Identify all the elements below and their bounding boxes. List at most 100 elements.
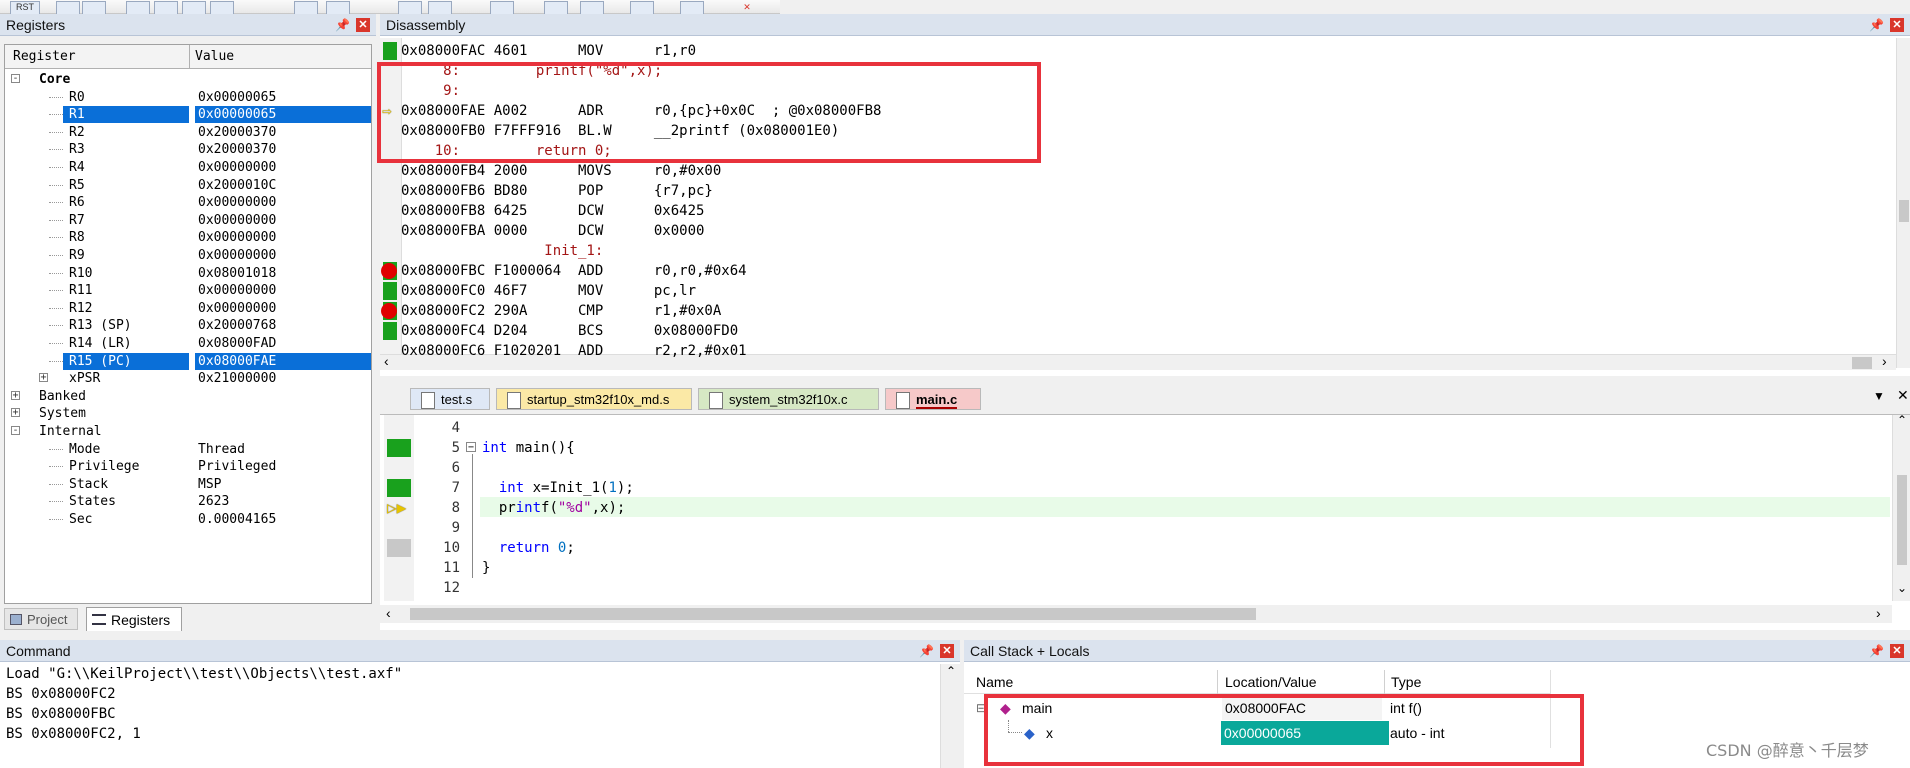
- command-vscrollbar[interactable]: ⌃: [940, 664, 960, 768]
- fold-icon[interactable]: −: [466, 442, 476, 453]
- column-header-type[interactable]: Type: [1391, 670, 1421, 694]
- register-value[interactable]: 0x00000000: [198, 159, 276, 176]
- pin-icon[interactable]: 📌: [1869, 14, 1884, 36]
- file-tab[interactable]: system_stm32f10x.c: [698, 388, 879, 410]
- close-red-icon[interactable]: ✕: [735, 1, 759, 15]
- internal-row[interactable]: Stack MSP: [5, 476, 371, 493]
- scroll-thumb[interactable]: [1852, 357, 1872, 369]
- column-header-value[interactable]: Value: [195, 45, 234, 69]
- internal-row[interactable]: Mode Thread: [5, 441, 371, 458]
- register-row[interactable]: R3 0x20000370: [5, 141, 371, 158]
- disassembly-source-line[interactable]: 9:: [401, 81, 460, 101]
- close-icon[interactable]: ✕: [940, 644, 954, 658]
- register-row[interactable]: R14 (LR) 0x08000FAD: [5, 335, 371, 352]
- callstack-row-main[interactable]: ⊟ ◆ main 0x08000FAC int f(): [964, 696, 1550, 720]
- scroll-thumb[interactable]: [1899, 200, 1909, 222]
- code-line[interactable]: return 0;: [482, 538, 575, 558]
- internal-row[interactable]: States 2623: [5, 493, 371, 510]
- internal-row[interactable]: Sec 0.00004165: [5, 511, 371, 528]
- pin-icon[interactable]: 📌: [335, 14, 350, 36]
- code-line[interactable]: int x=Init_1(1);: [482, 478, 634, 498]
- register-value[interactable]: 0x00000065: [195, 106, 371, 124]
- editor-hscrollbar[interactable]: ‹ ›: [380, 605, 1892, 623]
- toolbar-button[interactable]: [580, 1, 604, 15]
- scroll-right-icon[interactable]: ›: [1882, 353, 1887, 369]
- collapse-icon[interactable]: ⊟: [976, 696, 986, 720]
- scroll-up-icon[interactable]: ⌃: [1897, 413, 1907, 427]
- command-output[interactable]: Load "G:\\KeilProject\\test\\Objects\\te…: [0, 664, 940, 768]
- register-row[interactable]: R8 0x00000000: [5, 229, 371, 246]
- tab-project[interactable]: Project: [4, 608, 78, 630]
- disassembly-instruction[interactable]: 0x08000FAC 4601 MOV r1,r0: [401, 41, 696, 61]
- local-value[interactable]: 0x00000065: [1221, 721, 1389, 745]
- toolbar-button[interactable]: [680, 1, 704, 15]
- register-value[interactable]: 0x20000768: [198, 317, 276, 334]
- breakpoint-icon[interactable]: [381, 303, 397, 319]
- register-value[interactable]: 0x00000000: [198, 247, 276, 264]
- register-row[interactable]: R1 0x00000065: [5, 106, 371, 124]
- close-editor-icon[interactable]: ✕: [1897, 387, 1909, 404]
- editor-vscrollbar[interactable]: ⌃ ⌄: [1892, 413, 1910, 601]
- toolbar-button[interactable]: [82, 1, 106, 15]
- scroll-thumb[interactable]: [1897, 475, 1907, 565]
- disassembly-instruction[interactable]: 0x08000FB8 6425 DCW 0x6425: [401, 201, 704, 221]
- close-icon[interactable]: ✕: [1890, 18, 1904, 32]
- disassembly-instruction[interactable]: 0x08000FC2 290A CMP r1,#0x0A: [401, 301, 721, 321]
- disassembly-instruction[interactable]: 0x08000FB4 2000 MOVS r0,#0x00: [401, 161, 721, 181]
- scroll-left-icon[interactable]: ‹: [386, 605, 391, 621]
- register-row[interactable]: R5 0x2000010C: [5, 177, 371, 194]
- run-to-cursor-button[interactable]: [210, 1, 234, 15]
- register-value[interactable]: 0x21000000: [198, 370, 276, 387]
- register-row[interactable]: R11 0x00000000: [5, 282, 371, 299]
- register-value[interactable]: 0x20000370: [198, 124, 276, 141]
- scroll-down-icon[interactable]: ⌄: [1897, 581, 1907, 595]
- register-row[interactable]: R7 0x00000000: [5, 212, 371, 229]
- register-row[interactable]: R2 0x20000370: [5, 124, 371, 141]
- file-tab[interactable]: main.c: [885, 388, 981, 410]
- column-header-name[interactable]: Name: [976, 670, 1013, 694]
- scroll-right-icon[interactable]: ›: [1876, 605, 1881, 621]
- code-line[interactable]: int main(){: [482, 438, 575, 458]
- register-value[interactable]: 0x08000FAE: [195, 352, 371, 370]
- register-value[interactable]: 0x00000065: [198, 89, 276, 106]
- register-value[interactable]: 0x08000FAD: [198, 335, 276, 352]
- disassembly-instruction[interactable]: 0x08000FB0 F7FFF916 BL.W __2printf (0x08…: [401, 121, 839, 141]
- disassembly-source-line[interactable]: 8: printf("%d",x);: [401, 61, 662, 81]
- close-icon[interactable]: ✕: [1890, 644, 1904, 658]
- rst-button[interactable]: RST: [10, 1, 40, 15]
- step-over-button[interactable]: [154, 1, 178, 15]
- register-value[interactable]: 0x00000000: [198, 282, 276, 299]
- register-value[interactable]: 0x00000000: [198, 300, 276, 317]
- toolbar-button[interactable]: [398, 1, 422, 15]
- toolbar-button[interactable]: [294, 1, 318, 15]
- toolbar-button[interactable]: [56, 1, 80, 15]
- scroll-thumb[interactable]: [410, 608, 1256, 620]
- register-group-core[interactable]: Core: [5, 71, 371, 88]
- toolbar-button[interactable]: [326, 1, 350, 15]
- register-value[interactable]: 0x2000010C: [198, 177, 276, 194]
- disassembly-instruction[interactable]: 0x08000FBA 0000 DCW 0x0000: [401, 221, 704, 241]
- step-out-button[interactable]: [182, 1, 206, 15]
- register-group[interactable]: Banked: [5, 388, 371, 405]
- register-row[interactable]: R10 0x08001018: [5, 265, 371, 282]
- register-row[interactable]: R0 0x00000065: [5, 89, 371, 106]
- toolbar-button[interactable]: [544, 1, 568, 15]
- code-line[interactable]: printf("%d",x);: [482, 498, 625, 518]
- register-value[interactable]: 0x00000000: [198, 212, 276, 229]
- close-icon[interactable]: ✕: [356, 18, 370, 32]
- breakpoint-icon[interactable]: [381, 263, 397, 279]
- disassembly-instruction[interactable]: 0x08000FB6 BD80 POP {r7,pc}: [401, 181, 713, 201]
- register-row[interactable]: R9 0x00000000: [5, 247, 371, 264]
- toolbar-button[interactable]: [490, 1, 514, 15]
- register-row-xpsr[interactable]: xPSR 0x21000000: [5, 370, 371, 387]
- register-row[interactable]: R12 0x00000000: [5, 300, 371, 317]
- register-value[interactable]: 0x00000000: [198, 229, 276, 246]
- column-header-register[interactable]: Register: [13, 45, 76, 69]
- register-group[interactable]: Internal: [5, 423, 371, 440]
- register-row[interactable]: R15 (PC) 0x08000FAE: [5, 352, 371, 370]
- register-value[interactable]: 0x00000000: [198, 194, 276, 211]
- code-line[interactable]: }: [482, 558, 490, 578]
- internal-row[interactable]: Privilege Privileged: [5, 458, 371, 475]
- column-header-location[interactable]: Location/Value: [1225, 670, 1317, 694]
- scroll-up-icon[interactable]: ⌃: [946, 664, 956, 678]
